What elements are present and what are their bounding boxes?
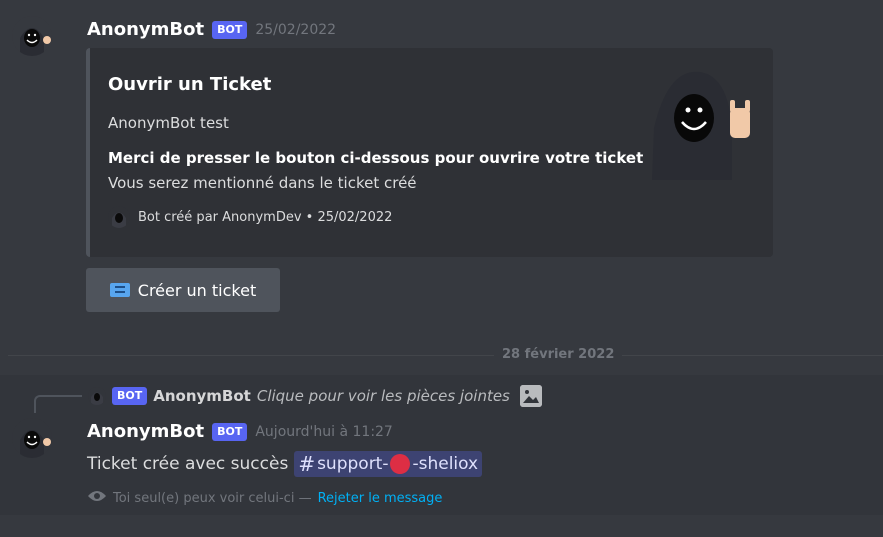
ticket-icon (109, 283, 130, 297)
reply-content[interactable]: Clique pour voir les pièces jointes (257, 387, 510, 405)
embed-field-value: Vous serez mentionné dans le ticket créé (108, 174, 417, 192)
footer-text: Bot créé par AnonymDev • 25/02/2022 (138, 209, 393, 225)
eye-icon (87, 489, 107, 507)
ephemeral-text: Toi seul(e) peux voir celui-ci — (113, 490, 312, 506)
message-header: AnonymBot BOT Aujourd'hui à 11:27 (87, 421, 393, 442)
username[interactable]: AnonymBot (87, 19, 204, 40)
embed-footer: Bot créé par AnonymDev • 25/02/2022 (108, 206, 392, 228)
ephemeral-notice: Toi seul(e) peux voir celui-ci — Rejeter… (87, 489, 442, 507)
red-circle-icon (390, 454, 411, 474)
divider-date: 28 février 2022 (494, 347, 623, 362)
image-icon (519, 385, 542, 407)
create-ticket-label: Créer un ticket (137, 280, 257, 300)
username[interactable]: AnonymBot (87, 421, 204, 442)
embed-description: AnonymBot test (108, 114, 229, 132)
timestamp: 25/02/2022 (255, 21, 337, 38)
timestamp: Aujourd'hui à 11:27 (255, 423, 393, 440)
embed-title: Ouvrir un Ticket (108, 74, 272, 95)
embed-thumbnail[interactable] (648, 68, 754, 180)
message-header: AnonymBot BOT 25/02/2022 (87, 19, 336, 40)
reply-connector (34, 395, 82, 413)
dismiss-message-link[interactable]: Rejeter le message (318, 491, 443, 506)
date-divider (8, 355, 883, 356)
create-ticket-button[interactable]: Créer un ticket (86, 268, 280, 312)
message-text: Ticket crée avec succès (87, 454, 289, 474)
channel-hash-icon: # (298, 452, 316, 476)
bot-tag: BOT (212, 20, 248, 39)
avatar[interactable] (12, 418, 52, 458)
channel-mention[interactable]: # support- -sheliox (294, 451, 483, 477)
embed: Ouvrir un Ticket AnonymBot test Merci de… (86, 48, 773, 257)
avatar[interactable] (12, 16, 52, 56)
channel-name-end: -sheliox (412, 454, 479, 474)
embed-field-name: Merci de presser le bouton ci-dessous po… (108, 149, 644, 167)
reply-username[interactable]: AnonymBot (153, 387, 251, 405)
reply-avatar (88, 387, 106, 405)
message-content: Ticket crée avec succès # support- -shel… (87, 451, 483, 477)
reply-bot-tag: BOT (112, 387, 148, 405)
reply-reference[interactable]: BOT AnonymBot Clique pour voir les pièce… (88, 385, 542, 407)
bot-tag: BOT (212, 422, 248, 441)
channel-name-start: support- (317, 454, 389, 474)
footer-icon (108, 206, 130, 228)
